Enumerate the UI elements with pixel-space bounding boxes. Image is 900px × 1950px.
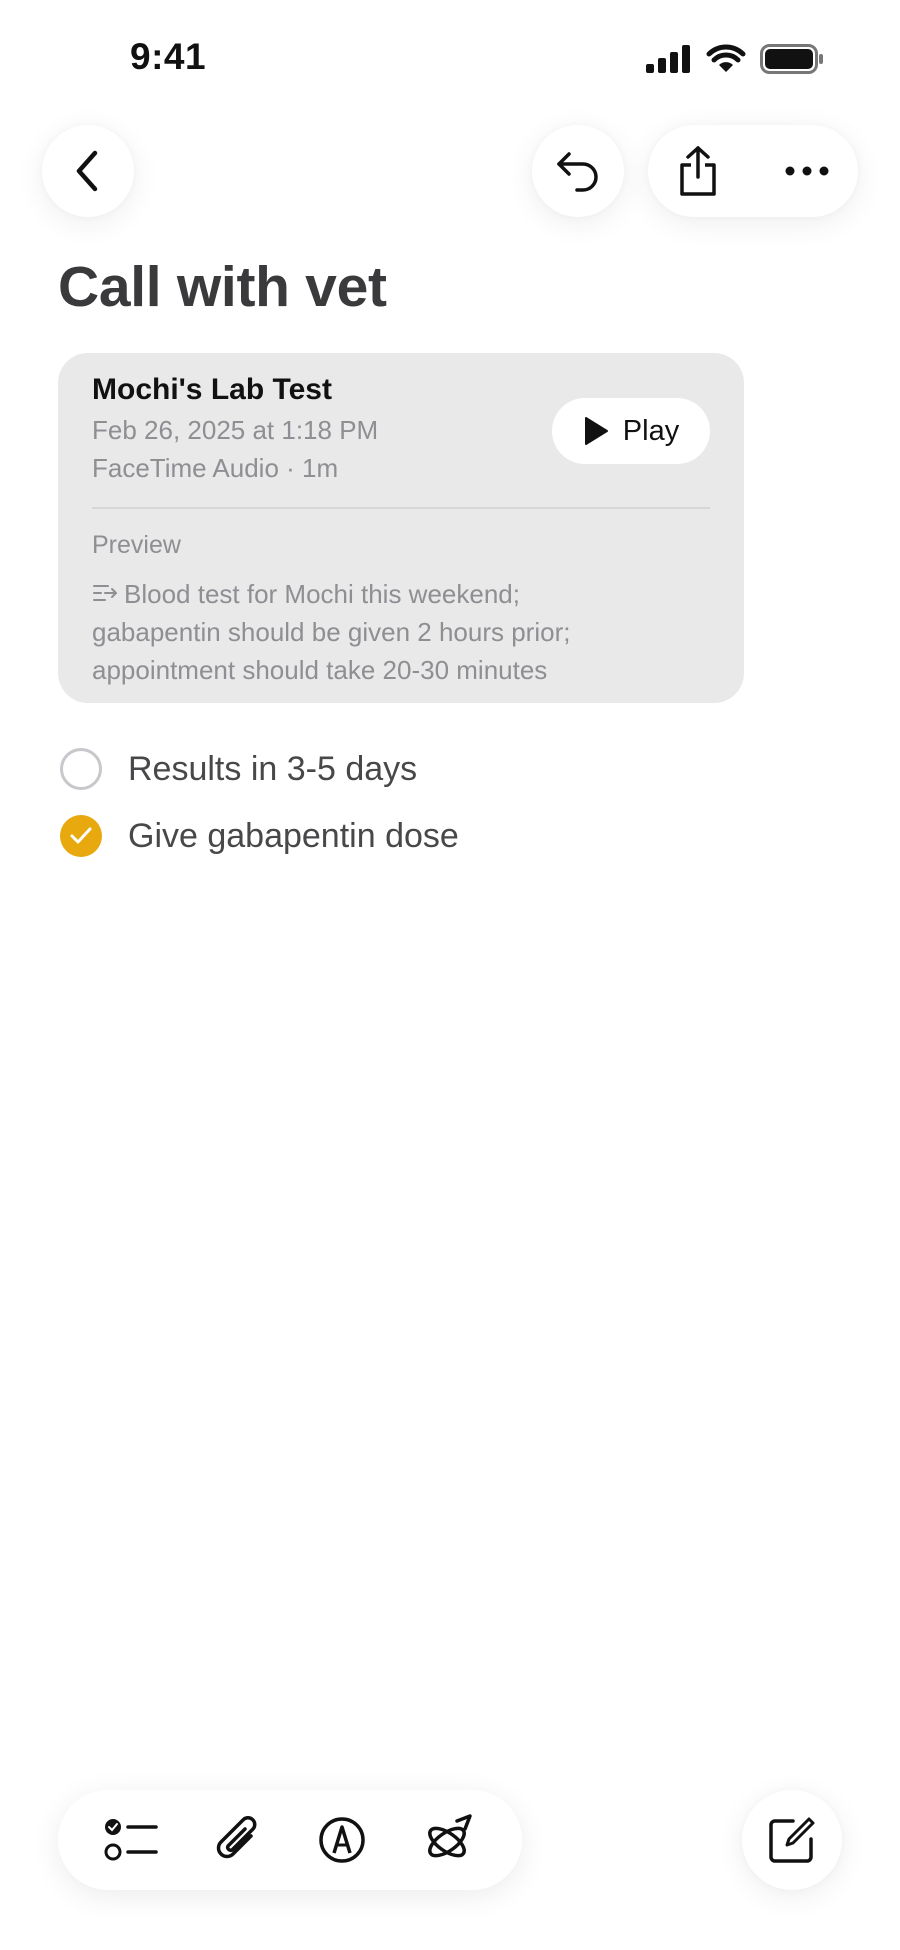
checked-circle-icon[interactable]	[60, 815, 102, 857]
recording-date: Feb 26, 2025 at 1:18 PM	[92, 415, 379, 445]
markup-icon[interactable]	[317, 1815, 367, 1865]
play-button[interactable]: Play	[552, 398, 710, 464]
undo-button[interactable]	[532, 125, 624, 217]
recording-meta: FaceTime Audio · 1m	[92, 453, 339, 483]
checklist-item: Give gabapentin dose	[60, 815, 459, 857]
ellipsis-icon[interactable]	[784, 165, 830, 177]
attachment-icon[interactable]	[213, 1814, 261, 1866]
compose-button[interactable]	[742, 1790, 842, 1890]
checkmark-icon	[70, 827, 92, 844]
card-divider	[92, 507, 710, 509]
status-icons	[646, 44, 824, 74]
checklist-icon[interactable]	[104, 1817, 158, 1863]
play-icon	[584, 417, 608, 445]
recording-card[interactable]: Mochi's Lab Test Feb 26, 2025 at 1:18 PM…	[58, 353, 744, 703]
preview-summary: Blood test for Mochi this weekend; gabap…	[92, 579, 571, 685]
unchecked-circle-icon[interactable]	[60, 748, 102, 790]
checklist-item: Results in 3-5 days	[60, 748, 417, 790]
recording-title: Mochi's Lab Test	[92, 373, 332, 406]
battery-icon	[760, 44, 823, 74]
note-title[interactable]: Call with vet	[58, 254, 387, 320]
signal-icon	[646, 45, 690, 73]
compose-icon	[769, 1817, 815, 1863]
checklist-item-label[interactable]: Results in 3-5 days	[128, 750, 417, 789]
checklist-item-label[interactable]: Give gabapentin dose	[128, 817, 459, 856]
summary-icon	[93, 585, 117, 601]
preview-text: Blood test for Mochi this weekend; gabap…	[92, 575, 652, 689]
back-button[interactable]	[42, 125, 134, 217]
preview-label: Preview	[92, 531, 181, 559]
undo-icon	[557, 152, 598, 192]
wifi-icon	[706, 44, 746, 72]
play-label: Play	[622, 414, 680, 447]
bottom-toolbar	[58, 1790, 522, 1890]
status-time: 9:41	[130, 36, 207, 77]
writing-tools-icon[interactable]	[422, 1813, 476, 1867]
share-icon[interactable]	[676, 145, 720, 197]
share-more-group	[648, 125, 858, 217]
chevron-left-icon	[76, 150, 98, 192]
